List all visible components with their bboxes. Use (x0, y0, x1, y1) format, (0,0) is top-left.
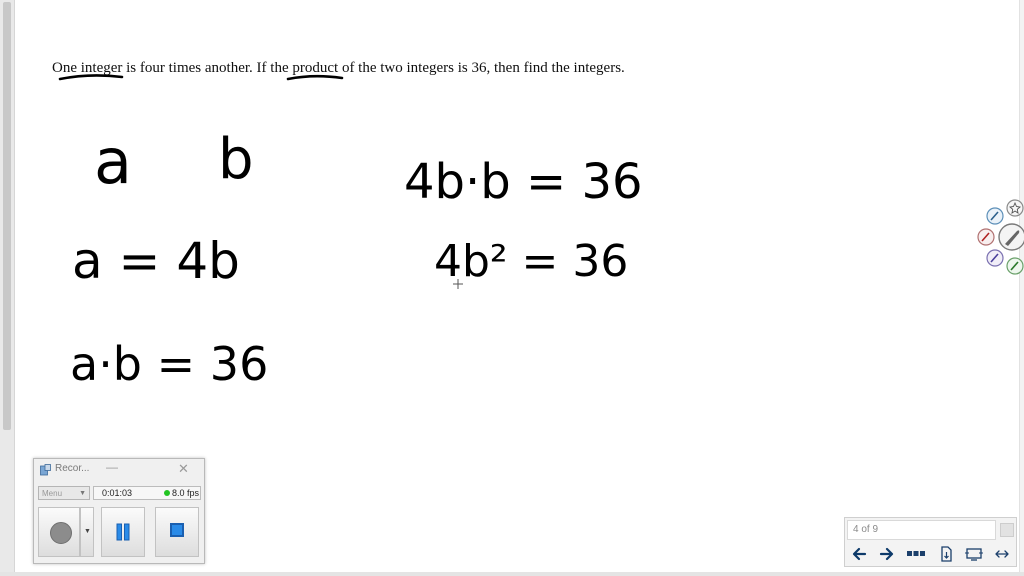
underline-the-product (286, 74, 344, 81)
pause-icon (116, 523, 130, 541)
pen-tool-purple-icon (986, 249, 1004, 267)
stop-icon (170, 523, 184, 537)
record-options-button[interactable]: ▼ (80, 507, 94, 557)
handwritten-ab-equals-36: a·b = 36 (70, 337, 268, 391)
minimize-button[interactable]: — (106, 460, 118, 474)
stop-button[interactable] (155, 507, 199, 557)
arrow-right-icon (879, 547, 894, 561)
insert-page-button[interactable] (935, 545, 957, 563)
handwritten-a-equals-4b: a = 4b (72, 232, 240, 290)
page-navigator[interactable]: 4 of 9 (844, 517, 1017, 567)
status-dot-icon (164, 490, 170, 496)
screen-icon (965, 548, 983, 561)
page-sorter-button[interactable] (905, 545, 927, 563)
menu-label: Menu (42, 489, 63, 498)
handwritten-a: a (94, 125, 132, 198)
recorder-titlebar[interactable]: Recor... — ✕ (34, 459, 204, 481)
recorder-window[interactable]: Recor... — ✕ Menu ▼ 0:01:03 8.0 fps ▼ (33, 458, 205, 564)
tool-palette[interactable] (975, 198, 1024, 278)
menu-dropdown[interactable]: Menu ▼ (38, 486, 90, 500)
elapsed-time: 0:01:03 (102, 488, 133, 498)
chevron-down-icon: ▼ (84, 528, 91, 535)
record-button[interactable] (38, 507, 80, 557)
record-icon (50, 522, 72, 544)
recorder-title: Recor... (55, 463, 90, 474)
screen-capture-button[interactable] (963, 545, 985, 563)
double-arrow-icon (995, 550, 1009, 558)
recorder-app-icon (40, 464, 51, 476)
handwritten-4b2-equals-36: 4b² = 36 (434, 236, 628, 287)
pen-tool-blue-icon (986, 207, 1004, 225)
document-icon (941, 546, 952, 562)
recording-status: 0:01:03 8.0 fps (93, 486, 201, 500)
arrow-left-icon (852, 547, 867, 561)
main-pen-tool-icon (998, 223, 1024, 251)
frame-rate: 8.0 fps (172, 488, 200, 498)
previous-page-button[interactable] (849, 545, 871, 563)
next-page-button[interactable] (875, 545, 897, 563)
pause-button[interactable] (101, 507, 145, 557)
page-thumbnails-icon (907, 551, 925, 556)
chevron-down-icon: ▼ (79, 490, 86, 497)
pen-tool-red-icon (977, 228, 995, 246)
close-button[interactable]: ✕ (178, 461, 189, 477)
page-indicator[interactable]: 4 of 9 (847, 520, 996, 540)
pen-tool-green-icon (1006, 257, 1024, 275)
handwritten-b: b (218, 127, 254, 192)
underline-one-integer (58, 74, 124, 81)
handwritten-4bb-equals-36: 4b·b = 36 (404, 154, 643, 210)
star-tool-icon (1006, 199, 1024, 217)
toggle-position-button[interactable] (991, 545, 1013, 563)
page-panel-toggle[interactable] (1000, 523, 1014, 537)
